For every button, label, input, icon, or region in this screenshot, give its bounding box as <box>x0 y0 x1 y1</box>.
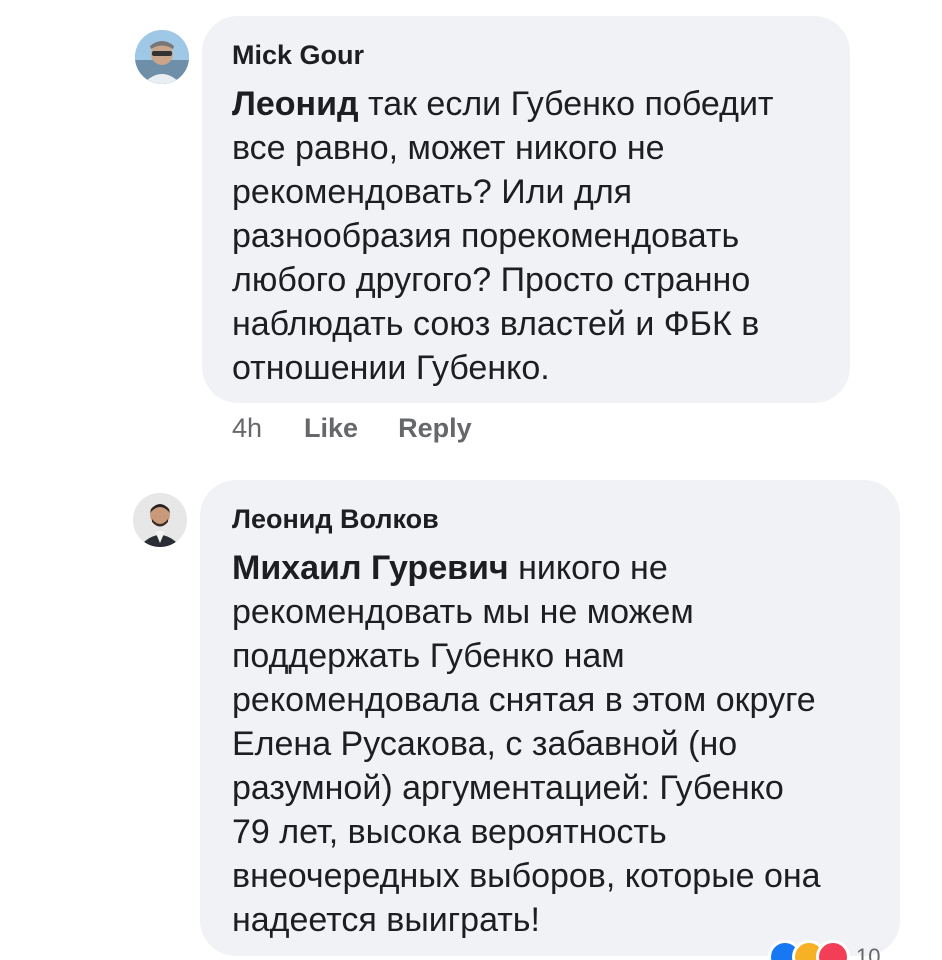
reactions-count: 10 <box>856 944 881 960</box>
comment-text: Леонид так если Губенко победит все равн… <box>232 85 774 387</box>
avatar-photo-icon <box>135 30 189 84</box>
reply-button[interactable]: Reply <box>398 413 472 444</box>
comment-mick-gour: Mick Gour Леонид так если Губенко победи… <box>0 0 942 460</box>
comments-thread: Mick Gour Леонид так если Губенко победи… <box>0 0 942 960</box>
avatar[interactable] <box>133 493 187 547</box>
mention-link[interactable]: Михаил Гуревич <box>232 549 509 587</box>
comment-leonid-volkov: Леонид Волков Михаил Гуревич никого не р… <box>0 470 942 960</box>
avatar-photo-icon <box>133 493 187 547</box>
like-button[interactable]: Like <box>304 413 358 444</box>
comment-author[interactable]: Mick Gour <box>232 38 830 72</box>
comment-text: Михаил Гуревич никого не рекомендовать м… <box>232 549 821 939</box>
comment-bubble: Леонид Волков Михаил Гуревич никого не р… <box>200 480 900 956</box>
comment-bubble: Mick Gour Леонид так если Губенко победи… <box>202 16 850 403</box>
mention-link[interactable]: Леонид <box>232 85 359 123</box>
comment-actions: 4h Like Reply <box>232 410 512 446</box>
comment-author[interactable]: Леонид Волков <box>232 502 880 536</box>
reactions-summary[interactable]: 10 <box>768 940 880 960</box>
avatar[interactable] <box>135 30 189 84</box>
comment-timestamp[interactable]: 4h <box>232 413 262 444</box>
love-reaction-icon <box>816 940 850 960</box>
